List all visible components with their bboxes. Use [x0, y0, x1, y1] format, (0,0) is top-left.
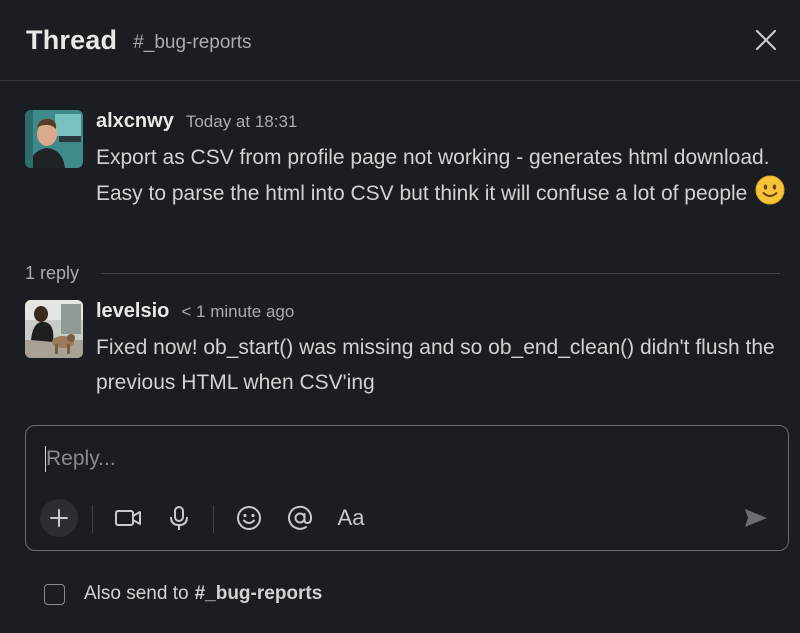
divider	[101, 272, 780, 274]
reply-divider: 1 reply	[25, 258, 780, 288]
audio-clip-button[interactable]	[160, 499, 198, 537]
thread-header: Thread #_bug-reports	[0, 0, 800, 81]
composer-toolbar: Aa	[40, 499, 780, 539]
emoji-icon	[237, 506, 261, 530]
also-send-channel: #_bug-reports	[194, 583, 323, 604]
send-icon	[745, 509, 767, 527]
message-text: Fixed now! ob_start() was missing and so…	[96, 336, 775, 394]
message-text: Export as CSV from profile page not work…	[96, 140, 796, 211]
also-send-label: Also send to	[84, 583, 189, 604]
message-text-content: Export as CSV from profile page not work…	[96, 146, 770, 205]
thread-title: Thread	[26, 24, 118, 55]
microphone-icon	[170, 506, 188, 530]
user-avatar-image	[25, 110, 83, 168]
send-button[interactable]	[737, 499, 775, 537]
formatting-button[interactable]: Aa	[332, 499, 370, 537]
emoji-button[interactable]	[230, 499, 268, 537]
reply-count: 1 reply	[25, 262, 80, 283]
reply-message: levelsio < 1 minute ago Fixed now! ob_st…	[25, 300, 796, 400]
avatar[interactable]	[25, 300, 83, 358]
message-timestamp[interactable]: Today at 18:31	[186, 112, 298, 132]
reply-composer: Aa	[25, 425, 789, 551]
video-icon	[115, 510, 141, 526]
mention-icon	[288, 505, 313, 530]
parent-message: alxcnwy Today at 18:31 Export as CSV fro…	[25, 110, 796, 211]
also-send-checkbox[interactable]	[44, 583, 65, 605]
slightly-smiling-face-icon	[755, 175, 785, 205]
message-timestamp[interactable]: < 1 minute ago	[181, 302, 294, 322]
video-clip-button[interactable]	[109, 499, 147, 537]
attach-button[interactable]	[40, 499, 78, 537]
also-send-option: Also send to #_bug-reports	[44, 580, 322, 608]
mention-button[interactable]	[281, 499, 319, 537]
formatting-icon: Aa	[337, 505, 365, 530]
reply-input[interactable]	[46, 444, 746, 474]
message-author[interactable]: levelsio	[96, 300, 169, 323]
user-avatar-image	[25, 300, 83, 358]
message-author[interactable]: alxcnwy	[96, 110, 174, 133]
plus-icon	[50, 509, 68, 527]
thread-channel-link[interactable]: #_bug-reports	[133, 32, 251, 54]
close-icon	[755, 29, 777, 51]
avatar[interactable]	[25, 110, 83, 168]
toolbar-separator	[92, 505, 93, 533]
close-button[interactable]	[750, 24, 782, 56]
toolbar-separator	[213, 505, 214, 533]
